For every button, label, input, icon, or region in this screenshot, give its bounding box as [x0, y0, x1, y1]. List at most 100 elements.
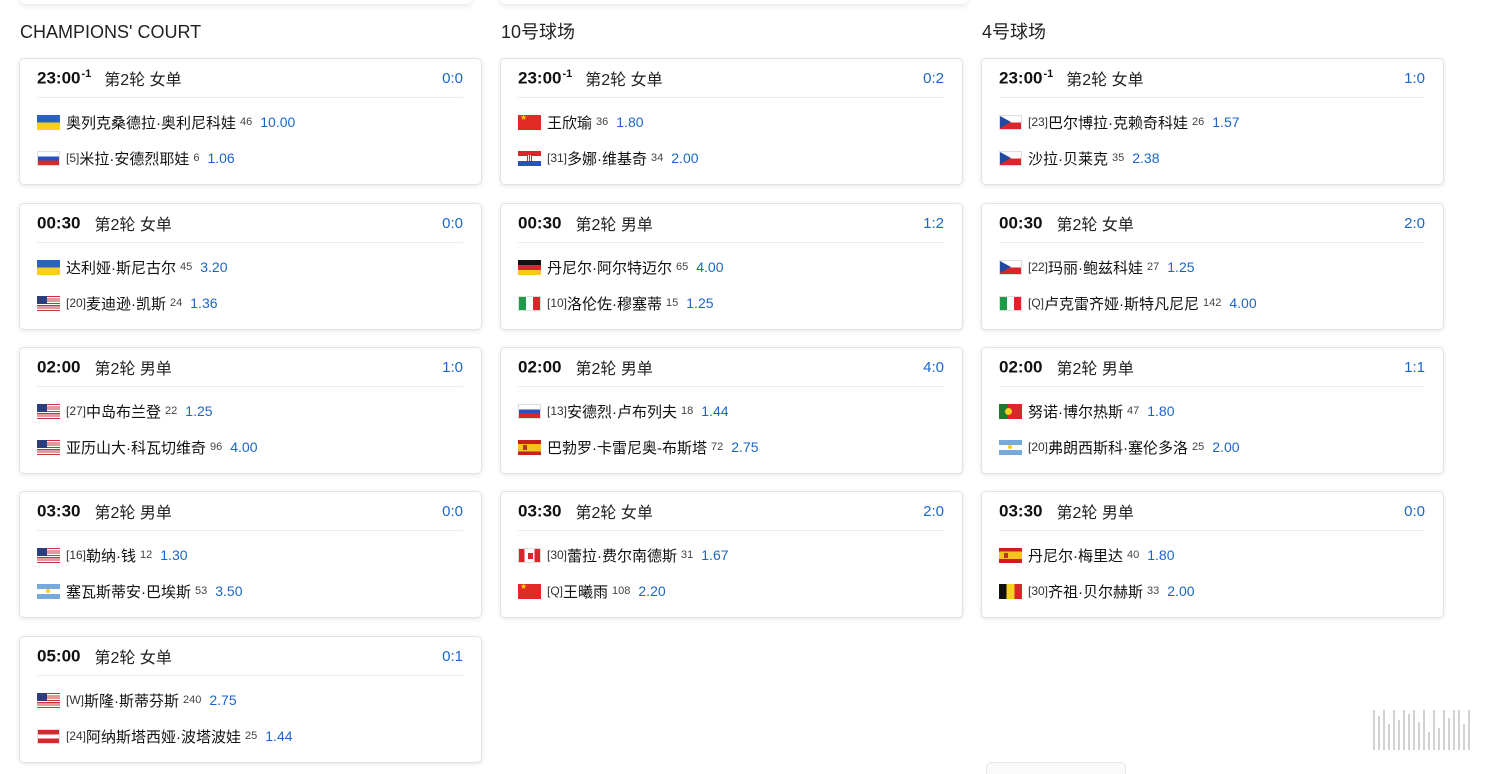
- player-odds[interactable]: 1.25: [686, 295, 713, 311]
- player-name[interactable]: 丹尼尔·梅里达: [1028, 545, 1123, 566]
- player-row[interactable]: [Q] 卢克雷齐娅·斯特凡尼尼 142 4.00: [999, 293, 1433, 313]
- player-odds[interactable]: 1.80: [616, 114, 643, 130]
- player-odds[interactable]: 2.20: [638, 583, 665, 599]
- player-odds[interactable]: 3.50: [215, 583, 242, 599]
- match-score[interactable]: 4:0: [923, 359, 944, 376]
- match-card[interactable]: 02:00 第2轮 男单 4:0 [13] 安德烈·卢布列夫 18 1.44 巴勃罗·卡雷尼奥…: [500, 347, 963, 474]
- match-score[interactable]: 0:0: [442, 503, 463, 520]
- player-odds[interactable]: 1.30: [160, 547, 187, 563]
- match-card[interactable]: 02:00 第2轮 男单 1:0 [27] 中岛布兰登 22 1.25 亚历山大·科瓦切维奇 9…: [19, 347, 482, 474]
- player-odds[interactable]: 2.38: [1132, 150, 1159, 166]
- match-card[interactable]: 00:30 第2轮 女单 0:0 达利娅·斯尼古尔 45 3.20 [20] 麦迪逊·凯斯 24…: [19, 203, 482, 330]
- match-card[interactable]: 05:00 第2轮 女单 0:1 [W] 斯隆·斯蒂芬斯 240 2.75 [24] 阿纳斯塔西…: [19, 636, 482, 763]
- player-odds[interactable]: 1.25: [1167, 259, 1194, 275]
- player-name[interactable]: 王曦雨: [563, 581, 608, 602]
- player-row[interactable]: 达利娅·斯尼古尔 45 3.20: [37, 257, 471, 277]
- match-card[interactable]: 23:00-1 第2轮 女单 0:0 奥列克桑德拉·奥利尼科娃 46 10.00 [5] 米拉…: [19, 58, 482, 185]
- player-odds[interactable]: 1.57: [1212, 114, 1239, 130]
- player-row[interactable]: [20] 麦迪逊·凯斯 24 1.36: [37, 293, 471, 313]
- player-name[interactable]: 沙拉·贝莱克: [1028, 148, 1108, 169]
- match-card[interactable]: 23:00-1 第2轮 女单 1:0 [23] 巴尔博拉·克赖奇科娃 26 1.57 沙拉·贝…: [981, 58, 1444, 185]
- match-score[interactable]: 0:1: [442, 648, 463, 665]
- player-row[interactable]: [31] 多娜·维基奇 34 2.00: [518, 148, 952, 168]
- player-odds[interactable]: 1.44: [265, 728, 292, 744]
- player-odds[interactable]: 2.75: [731, 439, 758, 455]
- player-name[interactable]: 亚历山大·科瓦切维奇: [66, 437, 206, 458]
- match-score[interactable]: 0:2: [923, 70, 944, 87]
- player-odds[interactable]: 4.00: [696, 259, 723, 275]
- match-card[interactable]: 03:30 第2轮 男单 0:0 [16] 勒纳·钱 12 1.30 塞瓦斯蒂安·巴埃斯 53 3…: [19, 491, 482, 618]
- player-odds[interactable]: 1.67: [701, 547, 728, 563]
- player-row[interactable]: 亚历山大·科瓦切维奇 96 4.00: [37, 437, 471, 457]
- player-name[interactable]: 奥列克桑德拉·奥利尼科娃: [66, 112, 236, 133]
- player-name[interactable]: 多娜·维基奇: [567, 148, 647, 169]
- player-row[interactable]: [24] 阿纳斯塔西娅·波塔波娃 25 1.44: [37, 726, 471, 746]
- player-name[interactable]: 弗朗西斯科·塞伦多洛: [1048, 437, 1188, 458]
- player-row[interactable]: [13] 安德烈·卢布列夫 18 1.44: [518, 401, 952, 421]
- player-row[interactable]: 努诺·博尔热斯 47 1.80: [999, 401, 1433, 421]
- player-odds[interactable]: 1.80: [1147, 403, 1174, 419]
- player-row[interactable]: 巴勃罗·卡雷尼奥-布斯塔 72 2.75: [518, 437, 952, 457]
- match-card[interactable]: 03:30 第2轮 男单 0:0 丹尼尔·梅里达 40 1.80 [30] 齐祖·贝尔赫斯 33…: [981, 491, 1444, 618]
- match-card[interactable]: 23:00-1 第2轮 女单 0:2 王欣瑜 36 1.80 [31]多娜·维基奇 34 2.0…: [500, 58, 963, 185]
- player-name[interactable]: 蕾拉·费尔南德斯: [567, 545, 677, 566]
- match-score[interactable]: 2:0: [1404, 215, 1425, 232]
- match-score[interactable]: 2:0: [923, 503, 944, 520]
- player-odds[interactable]: 4.00: [1229, 295, 1256, 311]
- player-odds[interactable]: 1.80: [1147, 547, 1174, 563]
- player-odds[interactable]: 2.75: [209, 692, 236, 708]
- player-name[interactable]: 玛丽·鲍兹科娃: [1048, 257, 1143, 278]
- player-row[interactable]: 沙拉·贝莱克 35 2.38: [999, 148, 1433, 168]
- player-row[interactable]: [10] 洛伦佐·穆塞蒂 15 1.25: [518, 293, 952, 313]
- player-odds[interactable]: 2.00: [1167, 583, 1194, 599]
- player-row[interactable]: 塞瓦斯蒂安·巴埃斯 53 3.50: [37, 581, 471, 601]
- player-row[interactable]: [16] 勒纳·钱 12 1.30: [37, 545, 471, 565]
- player-row[interactable]: [30] 蕾拉·费尔南德斯 31 1.67: [518, 545, 952, 565]
- player-odds[interactable]: 4.00: [230, 439, 257, 455]
- player-name[interactable]: 丹尼尔·阿尔特迈尔: [547, 257, 672, 278]
- player-name[interactable]: 齐祖·贝尔赫斯: [1048, 581, 1143, 602]
- player-row[interactable]: [5] 米拉·安德烈耶娃 6 1.06: [37, 148, 471, 168]
- player-name[interactable]: 中岛布兰登: [86, 401, 161, 422]
- player-odds[interactable]: 1.06: [207, 150, 234, 166]
- player-row[interactable]: [20] 弗朗西斯科·塞伦多洛 25 2.00: [999, 437, 1433, 457]
- player-row[interactable]: [Q]王曦雨 108 2.20: [518, 581, 952, 601]
- player-name[interactable]: 米拉·安德烈耶娃: [79, 148, 189, 169]
- player-name[interactable]: 麦迪逊·凯斯: [86, 293, 166, 314]
- player-odds[interactable]: 1.36: [190, 295, 217, 311]
- player-row[interactable]: [30] 齐祖·贝尔赫斯 33 2.00: [999, 581, 1433, 601]
- player-odds[interactable]: 10.00: [260, 114, 295, 130]
- player-name[interactable]: 阿纳斯塔西娅·波塔波娃: [86, 726, 241, 747]
- match-score[interactable]: 1:2: [923, 215, 944, 232]
- match-score[interactable]: 0:0: [442, 70, 463, 87]
- player-row[interactable]: 王欣瑜 36 1.80: [518, 112, 952, 132]
- player-odds[interactable]: 1.44: [701, 403, 728, 419]
- player-row[interactable]: [27] 中岛布兰登 22 1.25: [37, 401, 471, 421]
- match-score[interactable]: 0:0: [442, 215, 463, 232]
- player-odds[interactable]: 3.20: [200, 259, 227, 275]
- player-name[interactable]: 巴尔博拉·克赖奇科娃: [1048, 112, 1188, 133]
- match-card[interactable]: 00:30 第2轮 男单 1:2 丹尼尔·阿尔特迈尔 65 4.00 [10] 洛伦佐·穆塞蒂…: [500, 203, 963, 330]
- match-score[interactable]: 1:0: [1404, 70, 1425, 87]
- player-name[interactable]: 达利娅·斯尼古尔: [66, 257, 176, 278]
- player-row[interactable]: 丹尼尔·阿尔特迈尔 65 4.00: [518, 257, 952, 277]
- bottom-floating-panel[interactable]: [986, 762, 1126, 774]
- player-name[interactable]: 努诺·博尔热斯: [1028, 401, 1123, 422]
- player-row[interactable]: [22] 玛丽·鲍兹科娃 27 1.25: [999, 257, 1433, 277]
- player-name[interactable]: 塞瓦斯蒂安·巴埃斯: [66, 581, 191, 602]
- match-score[interactable]: 0:0: [1404, 503, 1425, 520]
- match-card[interactable]: 02:00 第2轮 男单 1:1 努诺·博尔热斯 47 1.80 [20] 弗朗西斯科·塞伦多…: [981, 347, 1444, 474]
- player-odds[interactable]: 2.00: [1212, 439, 1239, 455]
- match-score[interactable]: 1:1: [1404, 359, 1425, 376]
- player-name[interactable]: 勒纳·钱: [86, 545, 136, 566]
- player-row[interactable]: [23] 巴尔博拉·克赖奇科娃 26 1.57: [999, 112, 1433, 132]
- player-row[interactable]: [W] 斯隆·斯蒂芬斯 240 2.75: [37, 690, 471, 710]
- player-name[interactable]: 巴勃罗·卡雷尼奥-布斯塔: [547, 437, 707, 458]
- player-name[interactable]: 王欣瑜: [547, 112, 592, 133]
- player-odds[interactable]: 1.25: [185, 403, 212, 419]
- match-card[interactable]: 00:30 第2轮 女单 2:0 [22] 玛丽·鲍兹科娃 27 1.25 [Q] 卢克雷齐娅·…: [981, 203, 1444, 330]
- player-row[interactable]: 奥列克桑德拉·奥利尼科娃 46 10.00: [37, 112, 471, 132]
- player-name[interactable]: 安德烈·卢布列夫: [567, 401, 677, 422]
- player-odds[interactable]: 2.00: [671, 150, 698, 166]
- player-name[interactable]: 洛伦佐·穆塞蒂: [567, 293, 662, 314]
